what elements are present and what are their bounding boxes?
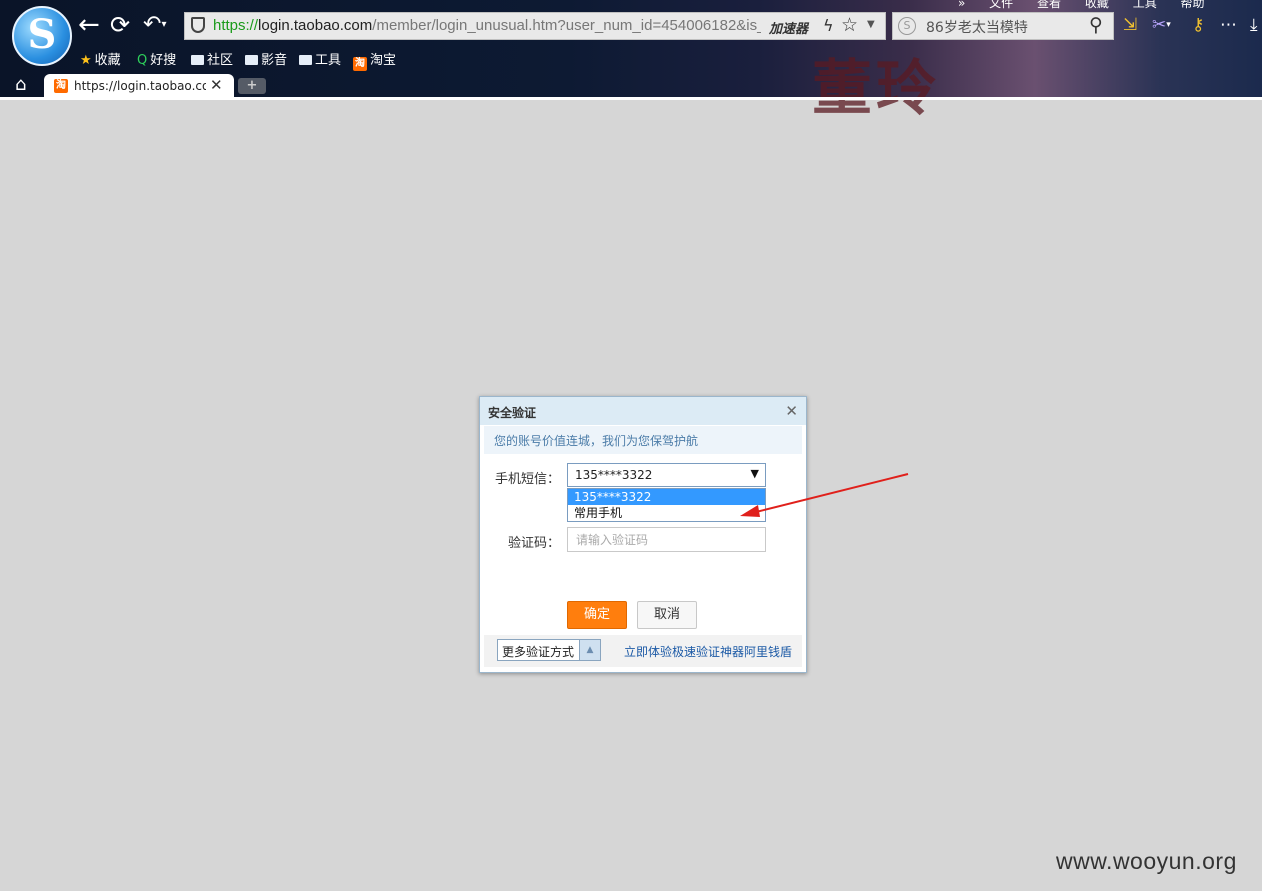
annotation-arrow (740, 473, 909, 517)
watermark: www.wooyun.org (1056, 848, 1237, 874)
